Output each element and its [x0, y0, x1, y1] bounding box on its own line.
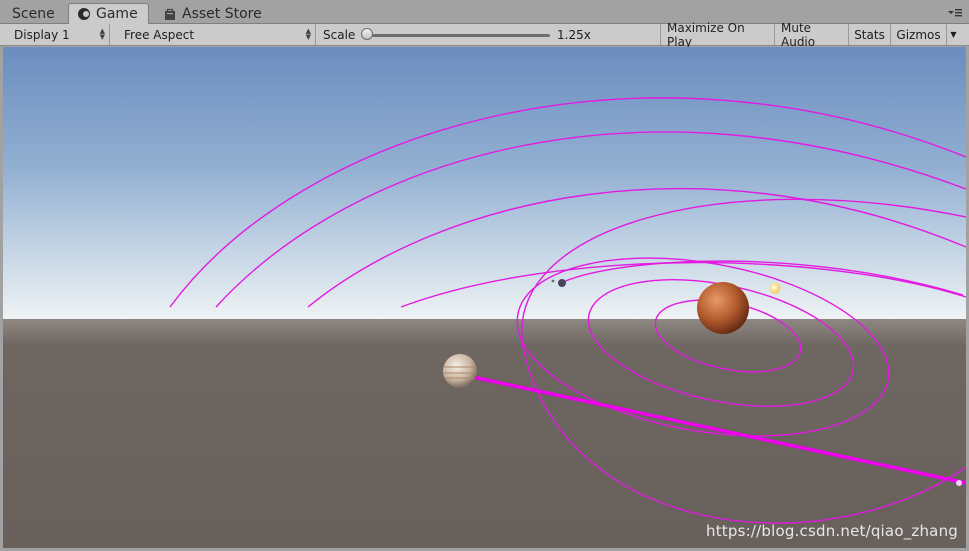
scale-slider-track[interactable]: [365, 34, 550, 37]
sky: [3, 47, 966, 319]
scene-render: [3, 47, 966, 548]
planet-mars: [697, 282, 749, 334]
scale-slider-thumb[interactable]: [361, 28, 373, 40]
scale-label: Scale: [323, 27, 356, 42]
gizmos-button[interactable]: Gizmos: [890, 24, 946, 45]
maximize-on-play-button[interactable]: Maximize On Play: [660, 21, 774, 49]
gizmos-dropdown-arrow-icon[interactable]: ▼: [946, 24, 960, 45]
updown-arrows-icon: ▲ ▼: [99, 27, 105, 41]
game-window: Scene Game Asset Store Display 1 ▲ ▼ Fre…: [0, 0, 969, 551]
aspect-value: Free Aspect: [124, 27, 195, 42]
shopping-bag-icon: [165, 8, 175, 20]
panel-menu-icon[interactable]: [947, 6, 963, 20]
tab-scene[interactable]: Scene: [4, 3, 63, 24]
watermark: https://blog.csdn.net/qiao_zhang: [705, 522, 958, 540]
small-moon: [551, 279, 555, 283]
small-moon: [558, 279, 566, 287]
trajectory-end-marker: [956, 480, 962, 486]
game-toolbar: Display 1 ▲ ▼ Free Aspect ▲ ▼ Scale 1.25x …: [0, 21, 969, 49]
planet-jupiter: [443, 354, 477, 388]
display-dropdown[interactable]: Display 1 ▲ ▼: [6, 24, 110, 45]
tab-game[interactable]: Game: [68, 3, 149, 24]
sun: [769, 282, 781, 294]
display-value: Display 1: [14, 27, 70, 42]
game-viewport[interactable]: https://blog.csdn.net/qiao_zhang: [3, 47, 966, 548]
scale-value: 1.25x: [557, 27, 591, 42]
tab-scene-label: Scene: [12, 5, 55, 22]
ground-plane: [3, 319, 966, 548]
aspect-dropdown[interactable]: Free Aspect ▲ ▼: [116, 24, 316, 45]
mute-audio-button[interactable]: Mute Audio: [774, 21, 848, 49]
stats-button[interactable]: Stats: [848, 24, 890, 45]
game-controller-icon: [78, 8, 90, 20]
updown-arrows-icon: ▲ ▼: [305, 27, 311, 41]
tab-asset-store[interactable]: Asset Store: [155, 3, 270, 24]
tab-asset-store-label: Asset Store: [182, 5, 262, 22]
tab-game-label: Game: [96, 6, 138, 22]
